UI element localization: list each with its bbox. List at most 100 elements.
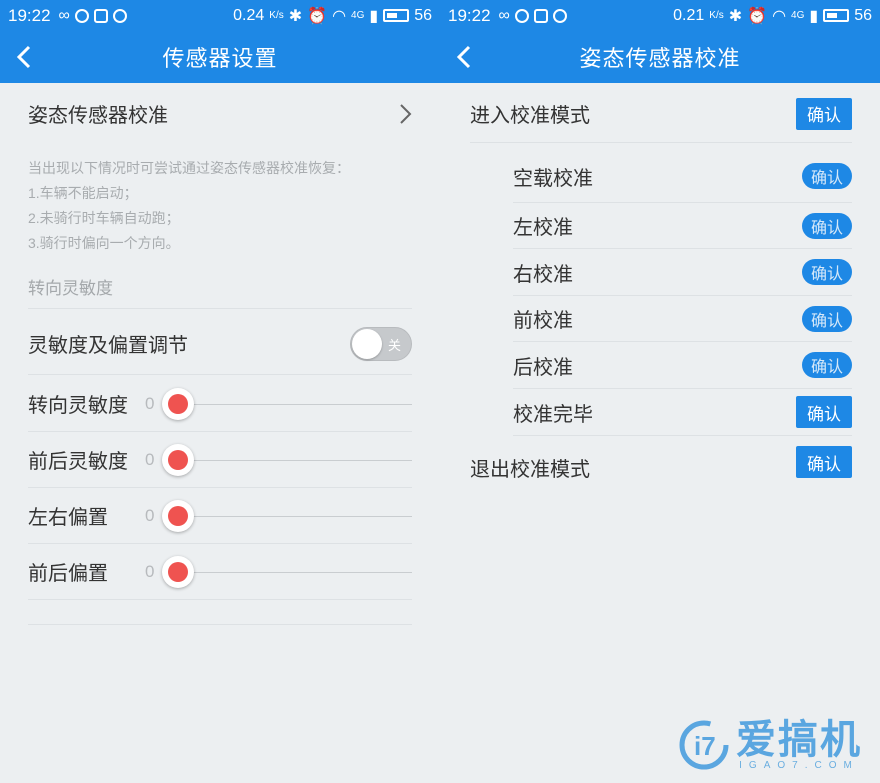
- status-bar: 19:22 ∞ 0.24 K/s ✱ ⏰ ◠ 4G ▮ 56: [0, 0, 440, 31]
- igao7-logo-icon: i7: [679, 720, 729, 770]
- slider-thumb[interactable]: [162, 444, 194, 476]
- infinity-icon: ∞: [58, 6, 70, 24]
- calibration-step-row: 右校准 确认: [513, 249, 852, 296]
- alarm-icon: ⏰: [307, 7, 328, 25]
- enter-calibration-confirm-button[interactable]: 确认: [796, 97, 852, 130]
- page-title: 传感器设置: [162, 46, 278, 71]
- wifi-icon: ◠: [332, 7, 347, 25]
- back-button[interactable]: [14, 31, 54, 83]
- network-speed-unit: K/s: [269, 10, 284, 21]
- slider-track[interactable]: [178, 516, 412, 517]
- hint-line: 当出现以下情况时可尝试通过姿态传感器校准恢复：: [28, 160, 350, 176]
- empty-load-confirm-button[interactable]: 确认: [802, 163, 852, 189]
- status-time: 19:22: [448, 5, 491, 25]
- watermark: i7 爱搞机 IGAO7.COM: [678, 719, 862, 771]
- slider-label: 左右偏置: [28, 507, 108, 529]
- slider-track[interactable]: [178, 404, 412, 405]
- front-back-offset-row: 前后偏置 0: [28, 544, 412, 600]
- watermark-text: 爱搞机: [736, 717, 862, 762]
- network-speed: 0.21: [673, 6, 705, 24]
- step-label: 左校准: [513, 217, 573, 239]
- infinity-icon: ∞: [498, 6, 510, 24]
- attitude-calibration-screen: 19:22 ∞ 0.21 K/s ✱ ⏰ ◠ 4G ▮ 56 姿态传感器校准 进…: [440, 0, 880, 783]
- steering-sensitivity-row: 转向灵敏度 0: [28, 376, 412, 432]
- battery-icon: [383, 9, 410, 22]
- attitude-calibration-item[interactable]: 姿态传感器校准: [28, 85, 412, 142]
- calibration-done-confirm-button[interactable]: 确认: [796, 396, 852, 428]
- enter-calibration-row: 进入校准模式 确认: [470, 85, 852, 143]
- step-label: 右校准: [513, 263, 573, 286]
- exit-calibration-label: 退出校准模式: [470, 458, 590, 481]
- back-arrow-icon: [16, 45, 31, 69]
- back-calibration-confirm-button[interactable]: 确认: [802, 352, 852, 378]
- slider-thumb[interactable]: [162, 556, 194, 588]
- slider-thumb[interactable]: [162, 500, 194, 532]
- front-calibration-confirm-button[interactable]: 确认: [802, 305, 852, 332]
- calibration-step-row: 空载校准 确认: [513, 150, 852, 203]
- slider-label: 前后灵敏度: [28, 451, 128, 473]
- battery-level: 56: [854, 6, 872, 24]
- enter-calibration-label: 进入校准模式: [470, 105, 590, 127]
- back-arrow-icon: [456, 45, 471, 69]
- slider-value: 0: [145, 561, 155, 581]
- slider-track[interactable]: [178, 460, 412, 461]
- sensitivity-toggle-label: 灵敏度及偏置调节: [28, 335, 188, 357]
- wifi-icon: ◠: [772, 7, 787, 25]
- slider-value: 0: [145, 505, 155, 525]
- svg-text:i7: i7: [694, 731, 716, 761]
- step-label: 前校准: [513, 310, 573, 332]
- title-bar: 姿态传感器校准: [440, 31, 880, 83]
- slider-value: 0: [145, 393, 155, 413]
- page-title: 姿态传感器校准: [579, 46, 741, 71]
- slider-value: 0: [145, 449, 155, 469]
- network-type: 4G: [791, 10, 805, 21]
- network-speed: 0.24: [233, 6, 265, 24]
- front-back-sensitivity-row: 前后灵敏度 0: [28, 432, 412, 488]
- divider: [28, 308, 412, 309]
- calibration-step-row: 前校准 确认: [513, 296, 852, 342]
- back-button[interactable]: [454, 31, 494, 83]
- step-label: 空载校准: [513, 167, 593, 190]
- signal-icon: ▮: [809, 7, 819, 25]
- signal-icon: ▮: [369, 7, 379, 25]
- section-label: 转向灵敏度: [28, 279, 113, 298]
- exit-calibration-confirm-button[interactable]: 确认: [796, 446, 852, 478]
- chevron-right-icon: [400, 103, 412, 124]
- image-icon: [93, 8, 108, 23]
- calibration-step-row: 后校准 确认: [513, 342, 852, 389]
- bluetooth-icon: ✱: [288, 7, 303, 25]
- hint-line: 2.未骑行时车辆自动跑；: [28, 210, 180, 226]
- left-right-offset-row: 左右偏置 0: [28, 488, 412, 544]
- hint-line: 3.骑行时偏向一个方向。: [28, 235, 180, 251]
- divider: [28, 624, 412, 625]
- slider-thumb[interactable]: [162, 388, 194, 420]
- network-speed-unit: K/s: [709, 10, 724, 21]
- battery-icon: [823, 9, 850, 22]
- left-calibration-confirm-button[interactable]: 确认: [802, 212, 852, 239]
- hint-line: 1.车辆不能启动；: [28, 185, 138, 201]
- bluetooth-icon: ✱: [728, 7, 743, 25]
- right-calibration-confirm-button[interactable]: 确认: [802, 259, 852, 285]
- calibration-step-row: 左校准 确认: [513, 203, 852, 249]
- sensitivity-toggle[interactable]: 关: [350, 326, 412, 361]
- slider-label: 转向灵敏度: [28, 395, 128, 417]
- slider-track[interactable]: [178, 572, 412, 573]
- toggle-knob: [352, 328, 382, 359]
- calibration-step-row: 校准完毕 确认: [513, 389, 852, 436]
- step-label: 校准完毕: [513, 403, 593, 426]
- toggle-state-text: 关: [387, 337, 401, 353]
- battery-level: 56: [414, 6, 432, 24]
- network-type: 4G: [351, 10, 365, 21]
- calibration-hint: 当出现以下情况时可尝试通过姿态传感器校准恢复： 1.车辆不能启动； 2.未骑行时…: [28, 156, 350, 256]
- image-icon: [533, 8, 548, 23]
- slider-label: 前后偏置: [28, 563, 108, 585]
- sensitivity-toggle-row: 灵敏度及偏置调节 关: [28, 313, 412, 375]
- status-time: 19:22: [8, 5, 51, 25]
- attitude-calibration-label: 姿态传感器校准: [28, 105, 168, 127]
- app-icon: [112, 8, 127, 23]
- watermark-subtext: IGAO7.COM: [739, 759, 859, 771]
- alarm-icon: ⏰: [747, 7, 768, 25]
- status-bar: 19:22 ∞ 0.21 K/s ✱ ⏰ ◠ 4G ▮ 56: [440, 0, 880, 31]
- chat-icon: [514, 8, 529, 23]
- chat-icon: [74, 8, 89, 23]
